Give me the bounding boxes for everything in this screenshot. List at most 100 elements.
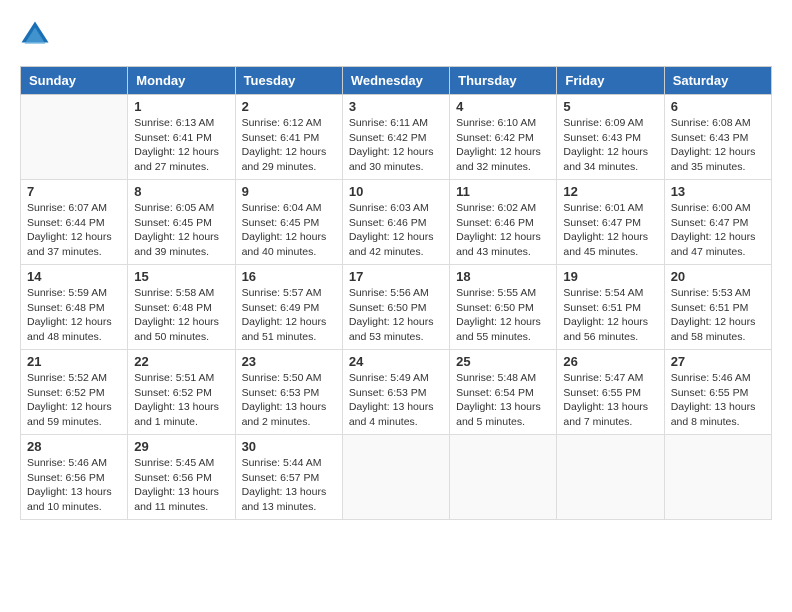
- day-number: 15: [134, 269, 228, 284]
- day-number: 24: [349, 354, 443, 369]
- calendar-cell: 5 Sunrise: 6:09 AMSunset: 6:43 PMDaylight…: [557, 95, 664, 180]
- day-number: 2: [242, 99, 336, 114]
- calendar-cell: 14 Sunrise: 5:59 AMSunset: 6:48 PMDayligh…: [21, 265, 128, 350]
- calendar-cell: 23 Sunrise: 5:50 AMSunset: 6:53 PMDayligh…: [235, 350, 342, 435]
- day-info: Sunrise: 6:12 AMSunset: 6:41 PMDaylight:…: [242, 116, 336, 175]
- day-number: 18: [456, 269, 550, 284]
- day-number: 12: [563, 184, 657, 199]
- calendar-header-row: SundayMondayTuesdayWednesdayThursdayFrid…: [21, 67, 772, 95]
- calendar-table: SundayMondayTuesdayWednesdayThursdayFrid…: [20, 66, 772, 520]
- day-number: 6: [671, 99, 765, 114]
- day-number: 30: [242, 439, 336, 454]
- calendar-cell: 16 Sunrise: 5:57 AMSunset: 6:49 PMDayligh…: [235, 265, 342, 350]
- day-info: Sunrise: 5:48 AMSunset: 6:54 PMDaylight:…: [456, 371, 550, 430]
- day-number: 19: [563, 269, 657, 284]
- logo-icon: [20, 20, 50, 50]
- day-number: 21: [27, 354, 121, 369]
- calendar-cell: 7Sunrise: 6:07 AMSunset: 6:44 PMDaylight…: [21, 180, 128, 265]
- week-row: 7Sunrise: 6:07 AMSunset: 6:44 PMDaylight…: [21, 180, 772, 265]
- calendar-cell: 6 Sunrise: 6:08 AMSunset: 6:43 PMDaylight…: [664, 95, 771, 180]
- calendar-cell: [21, 95, 128, 180]
- day-number: 1: [134, 99, 228, 114]
- day-info: Sunrise: 5:54 AMSunset: 6:51 PMDaylight:…: [563, 286, 657, 345]
- day-info: Sunrise: 6:02 AMSunset: 6:46 PMDaylight:…: [456, 201, 550, 260]
- day-number: 22: [134, 354, 228, 369]
- day-number: 20: [671, 269, 765, 284]
- calendar-cell: 30 Sunrise: 5:44 AMSunset: 6:57 PMDayligh…: [235, 435, 342, 520]
- calendar-cell: 8 Sunrise: 6:05 AMSunset: 6:45 PMDaylight…: [128, 180, 235, 265]
- logo: [20, 20, 54, 50]
- calendar-cell: 3Sunrise: 6:11 AMSunset: 6:42 PMDaylight…: [342, 95, 449, 180]
- day-info: Sunrise: 5:45 AMSunset: 6:56 PMDaylight:…: [134, 456, 228, 515]
- day-info: Sunrise: 6:00 AMSunset: 6:47 PMDaylight:…: [671, 201, 765, 260]
- calendar-cell: 12Sunrise: 6:01 AMSunset: 6:47 PMDayligh…: [557, 180, 664, 265]
- day-info: Sunrise: 6:13 AMSunset: 6:41 PMDaylight:…: [134, 116, 228, 175]
- weekday-header: Thursday: [450, 67, 557, 95]
- day-info: Sunrise: 6:09 AMSunset: 6:43 PMDaylight:…: [563, 116, 657, 175]
- day-info: Sunrise: 5:59 AMSunset: 6:48 PMDaylight:…: [27, 286, 121, 345]
- day-number: 14: [27, 269, 121, 284]
- day-info: Sunrise: 5:53 AMSunset: 6:51 PMDaylight:…: [671, 286, 765, 345]
- calendar-cell: 4 Sunrise: 6:10 AMSunset: 6:42 PMDaylight…: [450, 95, 557, 180]
- day-number: 8: [134, 184, 228, 199]
- day-number: 25: [456, 354, 550, 369]
- day-number: 3: [349, 99, 443, 114]
- calendar-cell: 13 Sunrise: 6:00 AMSunset: 6:47 PMDayligh…: [664, 180, 771, 265]
- calendar-cell: 22 Sunrise: 5:51 AMSunset: 6:52 PMDayligh…: [128, 350, 235, 435]
- day-info: Sunrise: 5:50 AMSunset: 6:53 PMDaylight:…: [242, 371, 336, 430]
- day-number: 9: [242, 184, 336, 199]
- day-info: Sunrise: 6:04 AMSunset: 6:45 PMDaylight:…: [242, 201, 336, 260]
- day-info: Sunrise: 5:46 AMSunset: 6:56 PMDaylight:…: [27, 456, 121, 515]
- day-info: Sunrise: 5:46 AMSunset: 6:55 PMDaylight:…: [671, 371, 765, 430]
- day-info: Sunrise: 5:51 AMSunset: 6:52 PMDaylight:…: [134, 371, 228, 430]
- week-row: 21 Sunrise: 5:52 AMSunset: 6:52 PMDayligh…: [21, 350, 772, 435]
- weekday-header: Friday: [557, 67, 664, 95]
- day-info: Sunrise: 5:44 AMSunset: 6:57 PMDaylight:…: [242, 456, 336, 515]
- calendar-cell: [557, 435, 664, 520]
- weekday-header: Saturday: [664, 67, 771, 95]
- day-info: Sunrise: 6:08 AMSunset: 6:43 PMDaylight:…: [671, 116, 765, 175]
- calendar-cell: 1 Sunrise: 6:13 AMSunset: 6:41 PMDaylight…: [128, 95, 235, 180]
- calendar-cell: 24 Sunrise: 5:49 AMSunset: 6:53 PMDayligh…: [342, 350, 449, 435]
- calendar-cell: 15 Sunrise: 5:58 AMSunset: 6:48 PMDayligh…: [128, 265, 235, 350]
- calendar-cell: 2 Sunrise: 6:12 AMSunset: 6:41 PMDaylight…: [235, 95, 342, 180]
- calendar-cell: [450, 435, 557, 520]
- day-number: 10: [349, 184, 443, 199]
- day-info: Sunrise: 6:03 AMSunset: 6:46 PMDaylight:…: [349, 201, 443, 260]
- calendar-cell: 17 Sunrise: 5:56 AMSunset: 6:50 PMDayligh…: [342, 265, 449, 350]
- day-number: 27: [671, 354, 765, 369]
- day-number: 5: [563, 99, 657, 114]
- day-number: 16: [242, 269, 336, 284]
- week-row: 14 Sunrise: 5:59 AMSunset: 6:48 PMDayligh…: [21, 265, 772, 350]
- calendar-cell: 9 Sunrise: 6:04 AMSunset: 6:45 PMDaylight…: [235, 180, 342, 265]
- day-info: Sunrise: 5:57 AMSunset: 6:49 PMDaylight:…: [242, 286, 336, 345]
- day-number: 26: [563, 354, 657, 369]
- day-info: Sunrise: 5:52 AMSunset: 6:52 PMDaylight:…: [27, 371, 121, 430]
- week-row: 28 Sunrise: 5:46 AMSunset: 6:56 PMDayligh…: [21, 435, 772, 520]
- day-number: 28: [27, 439, 121, 454]
- day-info: Sunrise: 6:05 AMSunset: 6:45 PMDaylight:…: [134, 201, 228, 260]
- day-info: Sunrise: 5:49 AMSunset: 6:53 PMDaylight:…: [349, 371, 443, 430]
- weekday-header: Sunday: [21, 67, 128, 95]
- day-info: Sunrise: 6:10 AMSunset: 6:42 PMDaylight:…: [456, 116, 550, 175]
- calendar-cell: 27 Sunrise: 5:46 AMSunset: 6:55 PMDayligh…: [664, 350, 771, 435]
- day-number: 23: [242, 354, 336, 369]
- day-info: Sunrise: 6:07 AMSunset: 6:44 PMDaylight:…: [27, 201, 121, 260]
- page-header: [20, 20, 772, 50]
- weekday-header: Monday: [128, 67, 235, 95]
- day-number: 29: [134, 439, 228, 454]
- calendar-cell: 19 Sunrise: 5:54 AMSunset: 6:51 PMDayligh…: [557, 265, 664, 350]
- calendar-cell: 28 Sunrise: 5:46 AMSunset: 6:56 PMDayligh…: [21, 435, 128, 520]
- calendar-cell: 26Sunrise: 5:47 AMSunset: 6:55 PMDayligh…: [557, 350, 664, 435]
- calendar-cell: 11 Sunrise: 6:02 AMSunset: 6:46 PMDayligh…: [450, 180, 557, 265]
- calendar-cell: 25 Sunrise: 5:48 AMSunset: 6:54 PMDayligh…: [450, 350, 557, 435]
- day-info: Sunrise: 5:56 AMSunset: 6:50 PMDaylight:…: [349, 286, 443, 345]
- day-number: 4: [456, 99, 550, 114]
- day-info: Sunrise: 5:55 AMSunset: 6:50 PMDaylight:…: [456, 286, 550, 345]
- calendar-cell: [664, 435, 771, 520]
- day-info: Sunrise: 5:58 AMSunset: 6:48 PMDaylight:…: [134, 286, 228, 345]
- day-number: 13: [671, 184, 765, 199]
- day-number: 11: [456, 184, 550, 199]
- day-number: 17: [349, 269, 443, 284]
- calendar-cell: 18 Sunrise: 5:55 AMSunset: 6:50 PMDayligh…: [450, 265, 557, 350]
